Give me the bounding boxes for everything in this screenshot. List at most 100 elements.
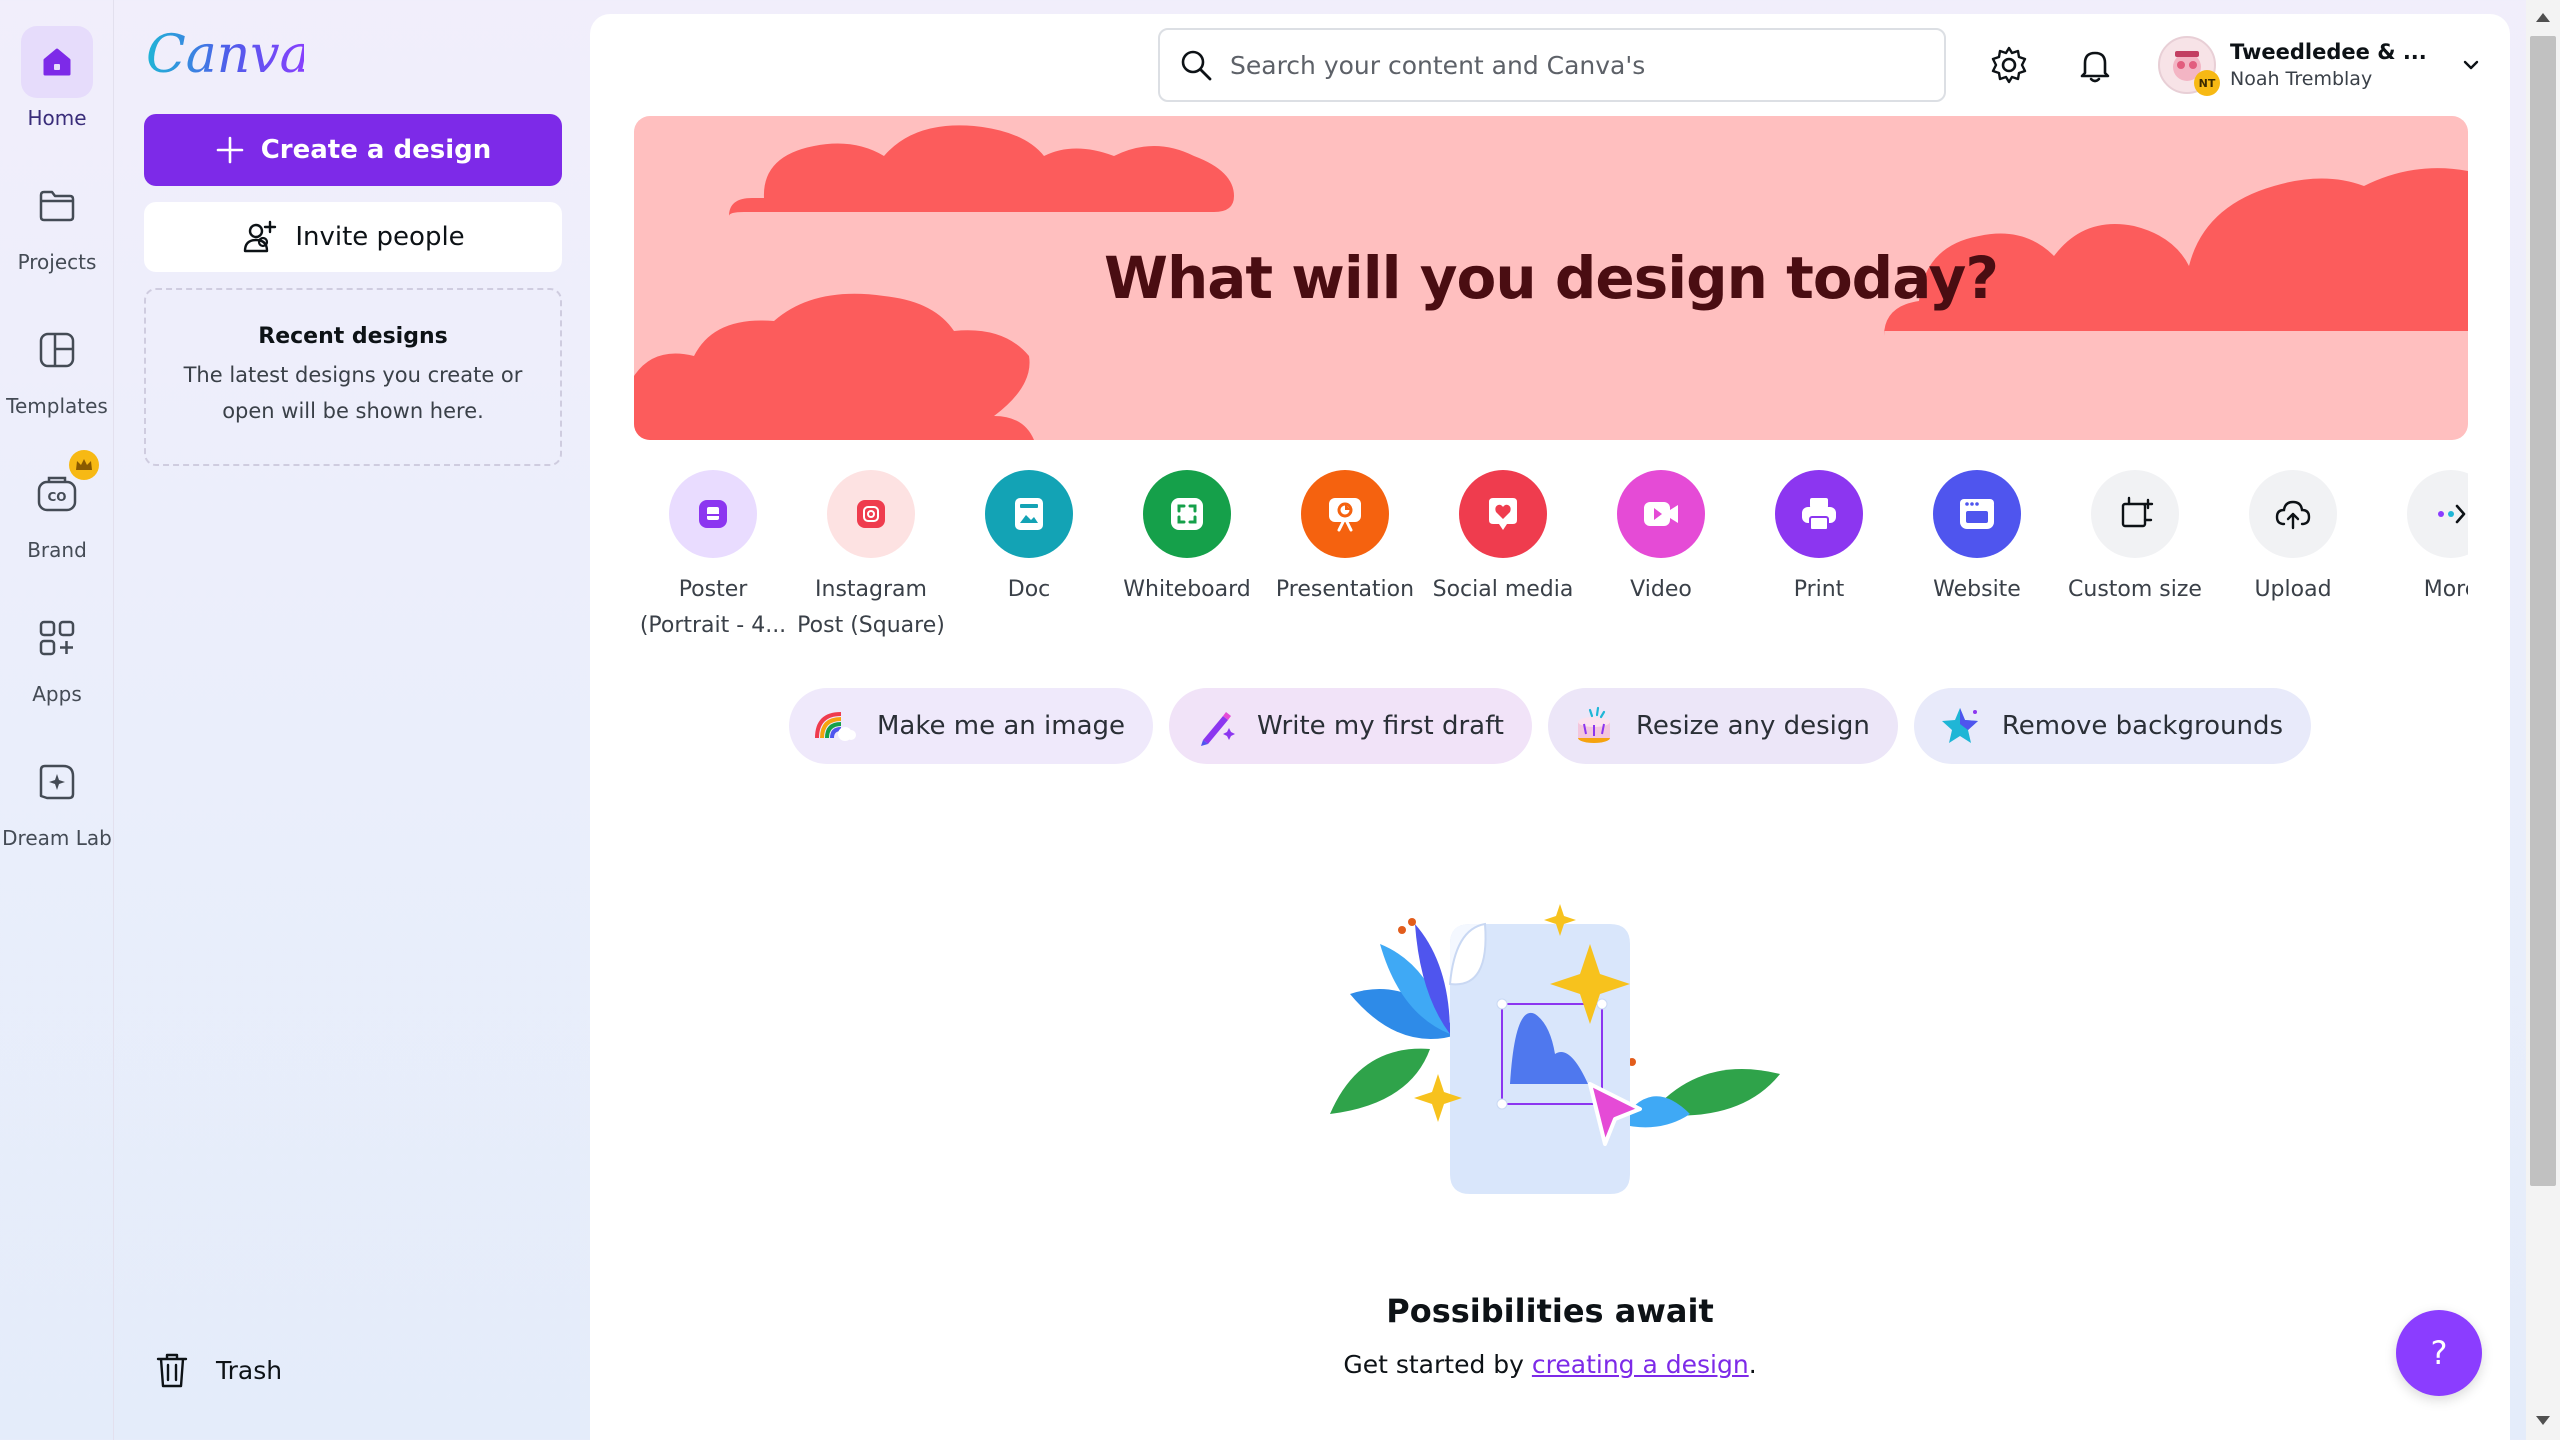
brand-icon: CO	[21, 450, 99, 530]
design-type-print[interactable]: Print	[1740, 470, 1898, 608]
search-input[interactable]	[1230, 50, 1910, 80]
design-type-social-media[interactable]: Social media	[1424, 470, 1582, 608]
help-button[interactable]: ?	[2396, 1310, 2482, 1396]
rail-item-home[interactable]: Home	[0, 26, 114, 156]
design-type-label: Doc	[1007, 577, 1051, 602]
design-type-label: Custom size	[2068, 577, 2202, 602]
design-type-poster[interactable]: Poster (Portrait - 4...	[634, 470, 792, 644]
scroll-down-arrow-icon[interactable]	[2534, 1414, 2552, 1428]
rail-item-brand[interactable]: CO Brand	[0, 450, 114, 588]
poster-icon	[669, 470, 757, 558]
design-type-instagram-post[interactable]: Instagram Post (Square)	[792, 470, 950, 644]
templates-icon	[21, 314, 93, 386]
design-type-label: Presentation	[1275, 577, 1415, 602]
design-type-label: Social media	[1432, 577, 1574, 602]
account-text: Tweedledee & ... Noah Tremblay	[2230, 40, 2427, 90]
rail-label-projects: Projects	[17, 250, 97, 274]
presentation-icon	[1301, 470, 1389, 558]
bell-icon	[2080, 51, 2110, 83]
chip-label: Make me an image	[877, 711, 1126, 741]
dream-lab-icon	[21, 746, 93, 818]
social-media-icon	[1459, 470, 1547, 558]
notifications-button[interactable]	[2070, 40, 2120, 90]
rainbow-icon	[815, 712, 856, 741]
rail-label-dream-lab: Dream Lab	[2, 826, 112, 850]
design-type-label: Video	[1630, 577, 1692, 602]
design-type-label: Instagram Post (Square)	[797, 577, 945, 638]
design-type-custom-size[interactable]: Custom size	[2056, 470, 2214, 608]
design-type-doc[interactable]: Doc	[950, 470, 1108, 608]
recent-designs-title: Recent designs	[258, 324, 448, 349]
create-design-button[interactable]: Create a design	[144, 114, 562, 186]
recent-designs-description: The latest designs you create or open wi…	[183, 363, 523, 423]
design-type-label: Print	[1793, 577, 1845, 602]
design-type-label: Poster (Portrait - 4...	[639, 577, 787, 638]
video-icon	[1617, 470, 1705, 558]
chip-resize-any-design[interactable]: Resize any design	[1548, 688, 1898, 764]
invite-people-button[interactable]: Invite people	[144, 202, 562, 272]
print-icon	[1775, 470, 1863, 558]
empty-state-prefix: Get started by	[1343, 1350, 1532, 1379]
rail-item-projects[interactable]: Projects	[0, 170, 114, 300]
chip-label: Write my first draft	[1257, 711, 1504, 741]
rail-item-templates[interactable]: Templates	[0, 314, 114, 444]
chip-remove-backgrounds[interactable]: Remove backgrounds	[1913, 688, 2311, 764]
design-type-label: More	[2423, 577, 2468, 602]
plus-icon	[216, 136, 244, 164]
side-panel: Canva Create a design Invite people Rece…	[114, 0, 590, 1440]
empty-state-title: Possibilities await	[1386, 1292, 1714, 1330]
left-rail: Home Projects Templates CO Brand Apps Dr…	[0, 0, 114, 1440]
recent-designs-box: Recent designs The latest designs you cr…	[144, 288, 562, 466]
apps-icon	[21, 602, 93, 674]
empty-state-subtitle: Get started by creating a design.	[590, 1350, 2510, 1379]
design-type-whiteboard[interactable]: Whiteboard	[1108, 470, 1266, 608]
design-type-more[interactable]: More	[2372, 470, 2468, 608]
resize-icon	[1578, 706, 1610, 743]
whiteboard-icon	[1143, 470, 1231, 558]
chip-make-me-an-image[interactable]: Make me an image	[789, 688, 1154, 764]
scrollbar-thumb[interactable]	[2530, 36, 2556, 1186]
chip-label: Resize any design	[1636, 711, 1870, 741]
design-type-website[interactable]: Website	[1898, 470, 2056, 608]
design-type-upload[interactable]: Upload	[2214, 470, 2372, 608]
settings-button[interactable]	[1984, 40, 2034, 90]
trash-icon	[156, 1353, 188, 1388]
invite-people-icon	[244, 220, 277, 253]
magic-suggestions: Make me an image Write my first draft Re…	[590, 688, 2510, 764]
design-type-label: Website	[1933, 577, 2021, 602]
design-type-label: Upload	[2254, 577, 2332, 602]
scrollbar[interactable]	[2526, 0, 2560, 1440]
design-type-presentation[interactable]: Presentation	[1266, 470, 1424, 608]
design-type-video[interactable]: Video	[1582, 470, 1740, 608]
rail-item-apps[interactable]: Apps	[0, 602, 114, 732]
search-bar[interactable]	[1158, 28, 1946, 102]
hero-banner: What will you design today?	[634, 116, 2468, 440]
design-types-row: Poster (Portrait - 4... Instagram Post (…	[634, 470, 2468, 650]
rail-label-apps: Apps	[32, 682, 82, 706]
website-icon	[1933, 470, 2021, 558]
crown-icon	[69, 450, 99, 480]
empty-state-illustration	[1320, 884, 1790, 1208]
canva-logo[interactable]: Canva	[144, 24, 311, 90]
folder-icon	[21, 170, 93, 242]
instagram-icon	[827, 470, 915, 558]
home-icon	[21, 26, 93, 98]
magic-pen-icon	[1201, 712, 1236, 746]
chevron-down-icon	[2463, 60, 2478, 70]
scroll-up-arrow-icon[interactable]	[2534, 10, 2552, 24]
rail-item-dream-lab[interactable]: Dream Lab	[0, 746, 114, 876]
trash-button[interactable]: Trash	[154, 1350, 282, 1390]
chip-label: Remove backgrounds	[2001, 711, 2283, 741]
create-design-label: Create a design	[260, 135, 492, 165]
more-icon	[2407, 470, 2468, 558]
avatar: NT	[2158, 36, 2220, 96]
account-switcher[interactable]: NT Tweedledee & ... Noah Tremblay	[2158, 32, 2483, 98]
chip-write-my-first-draft[interactable]: Write my first draft	[1169, 688, 1532, 764]
trash-label: Trash	[216, 1355, 283, 1385]
invite-people-label: Invite people	[295, 222, 465, 252]
empty-state-suffix: .	[1748, 1350, 1757, 1379]
logo-text: Canva	[146, 25, 304, 85]
creating-a-design-link[interactable]: creating a design	[1532, 1350, 1749, 1379]
upload-icon	[2249, 470, 2337, 558]
rail-label-brand: Brand	[27, 538, 87, 562]
